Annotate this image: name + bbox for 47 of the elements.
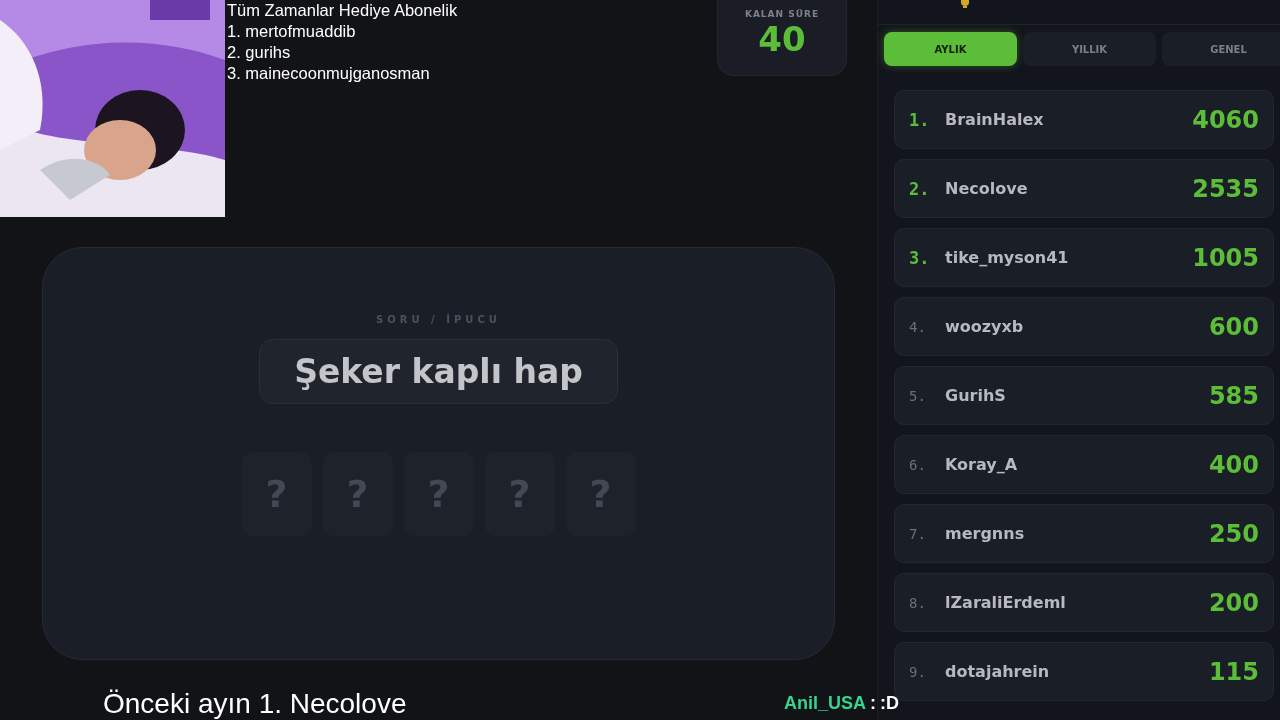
letter-tile: ?	[403, 452, 474, 536]
letter-tile: ?	[241, 452, 312, 536]
player-score: 585	[1208, 381, 1259, 410]
player-score: 1005	[1192, 243, 1259, 272]
period-tab[interactable]: YILLIK	[1023, 32, 1156, 66]
rank-number: 4.	[909, 318, 927, 335]
rank-number: 7.	[909, 525, 927, 542]
player-name: mergnns	[945, 524, 1025, 543]
caption-text: Önceki ayın 1. Necolove	[103, 688, 407, 720]
player-score: 200	[1208, 588, 1259, 617]
timer-value: 40	[757, 19, 807, 59]
player-name: GurihS	[945, 386, 1006, 405]
trophy-icon	[958, 0, 972, 8]
rank-number: 5.	[909, 387, 927, 404]
player-score: 4060	[1192, 105, 1259, 134]
rank-number: 6.	[909, 456, 927, 473]
chat-separator: :	[870, 693, 876, 713]
rank-number: 9.	[909, 663, 927, 680]
player-name: Koray_A	[945, 455, 1018, 474]
overlay-line: 3. mainecoonmujganosman	[227, 63, 431, 84]
rank-number: 3.	[909, 247, 931, 268]
rank-number: 1.	[909, 109, 931, 130]
timer-label: KALAN SÜRE	[743, 9, 821, 19]
player-score: 400	[1208, 450, 1259, 479]
rank-number: 2.	[909, 178, 931, 199]
period-tab[interactable]: AYLIK	[884, 32, 1017, 66]
chat-username: Anil_USA	[784, 693, 866, 713]
clue-text: Şeker kaplı hap	[259, 339, 618, 404]
player-score: 2535	[1192, 174, 1259, 203]
player-score: 115	[1208, 657, 1259, 686]
player-name: Necolove	[945, 179, 1028, 198]
player-name: lZaraliErdeml	[945, 593, 1066, 612]
player-name: BrainHalex	[945, 110, 1044, 129]
player-score: 600	[1208, 312, 1259, 341]
chat-message: :D	[880, 693, 899, 713]
overlay-line: 1. mertofmuaddib	[227, 21, 357, 42]
player-name: dotajahrein	[945, 662, 1050, 681]
rank-number: 8.	[909, 594, 927, 611]
player-name: tike_myson41	[945, 248, 1069, 267]
letter-tile: ?	[322, 452, 393, 536]
overlay-title: Tüm Zamanlar Hediye Abonelik	[227, 0, 458, 21]
overlay-line: 2. gurihs	[227, 42, 292, 63]
player-name: woozyxb	[945, 317, 1024, 336]
letter-tile: ?	[565, 452, 636, 536]
letter-tile: ?	[484, 452, 555, 536]
player-score: 250	[1208, 519, 1259, 548]
period-tab[interactable]: GENEL	[1162, 32, 1280, 66]
